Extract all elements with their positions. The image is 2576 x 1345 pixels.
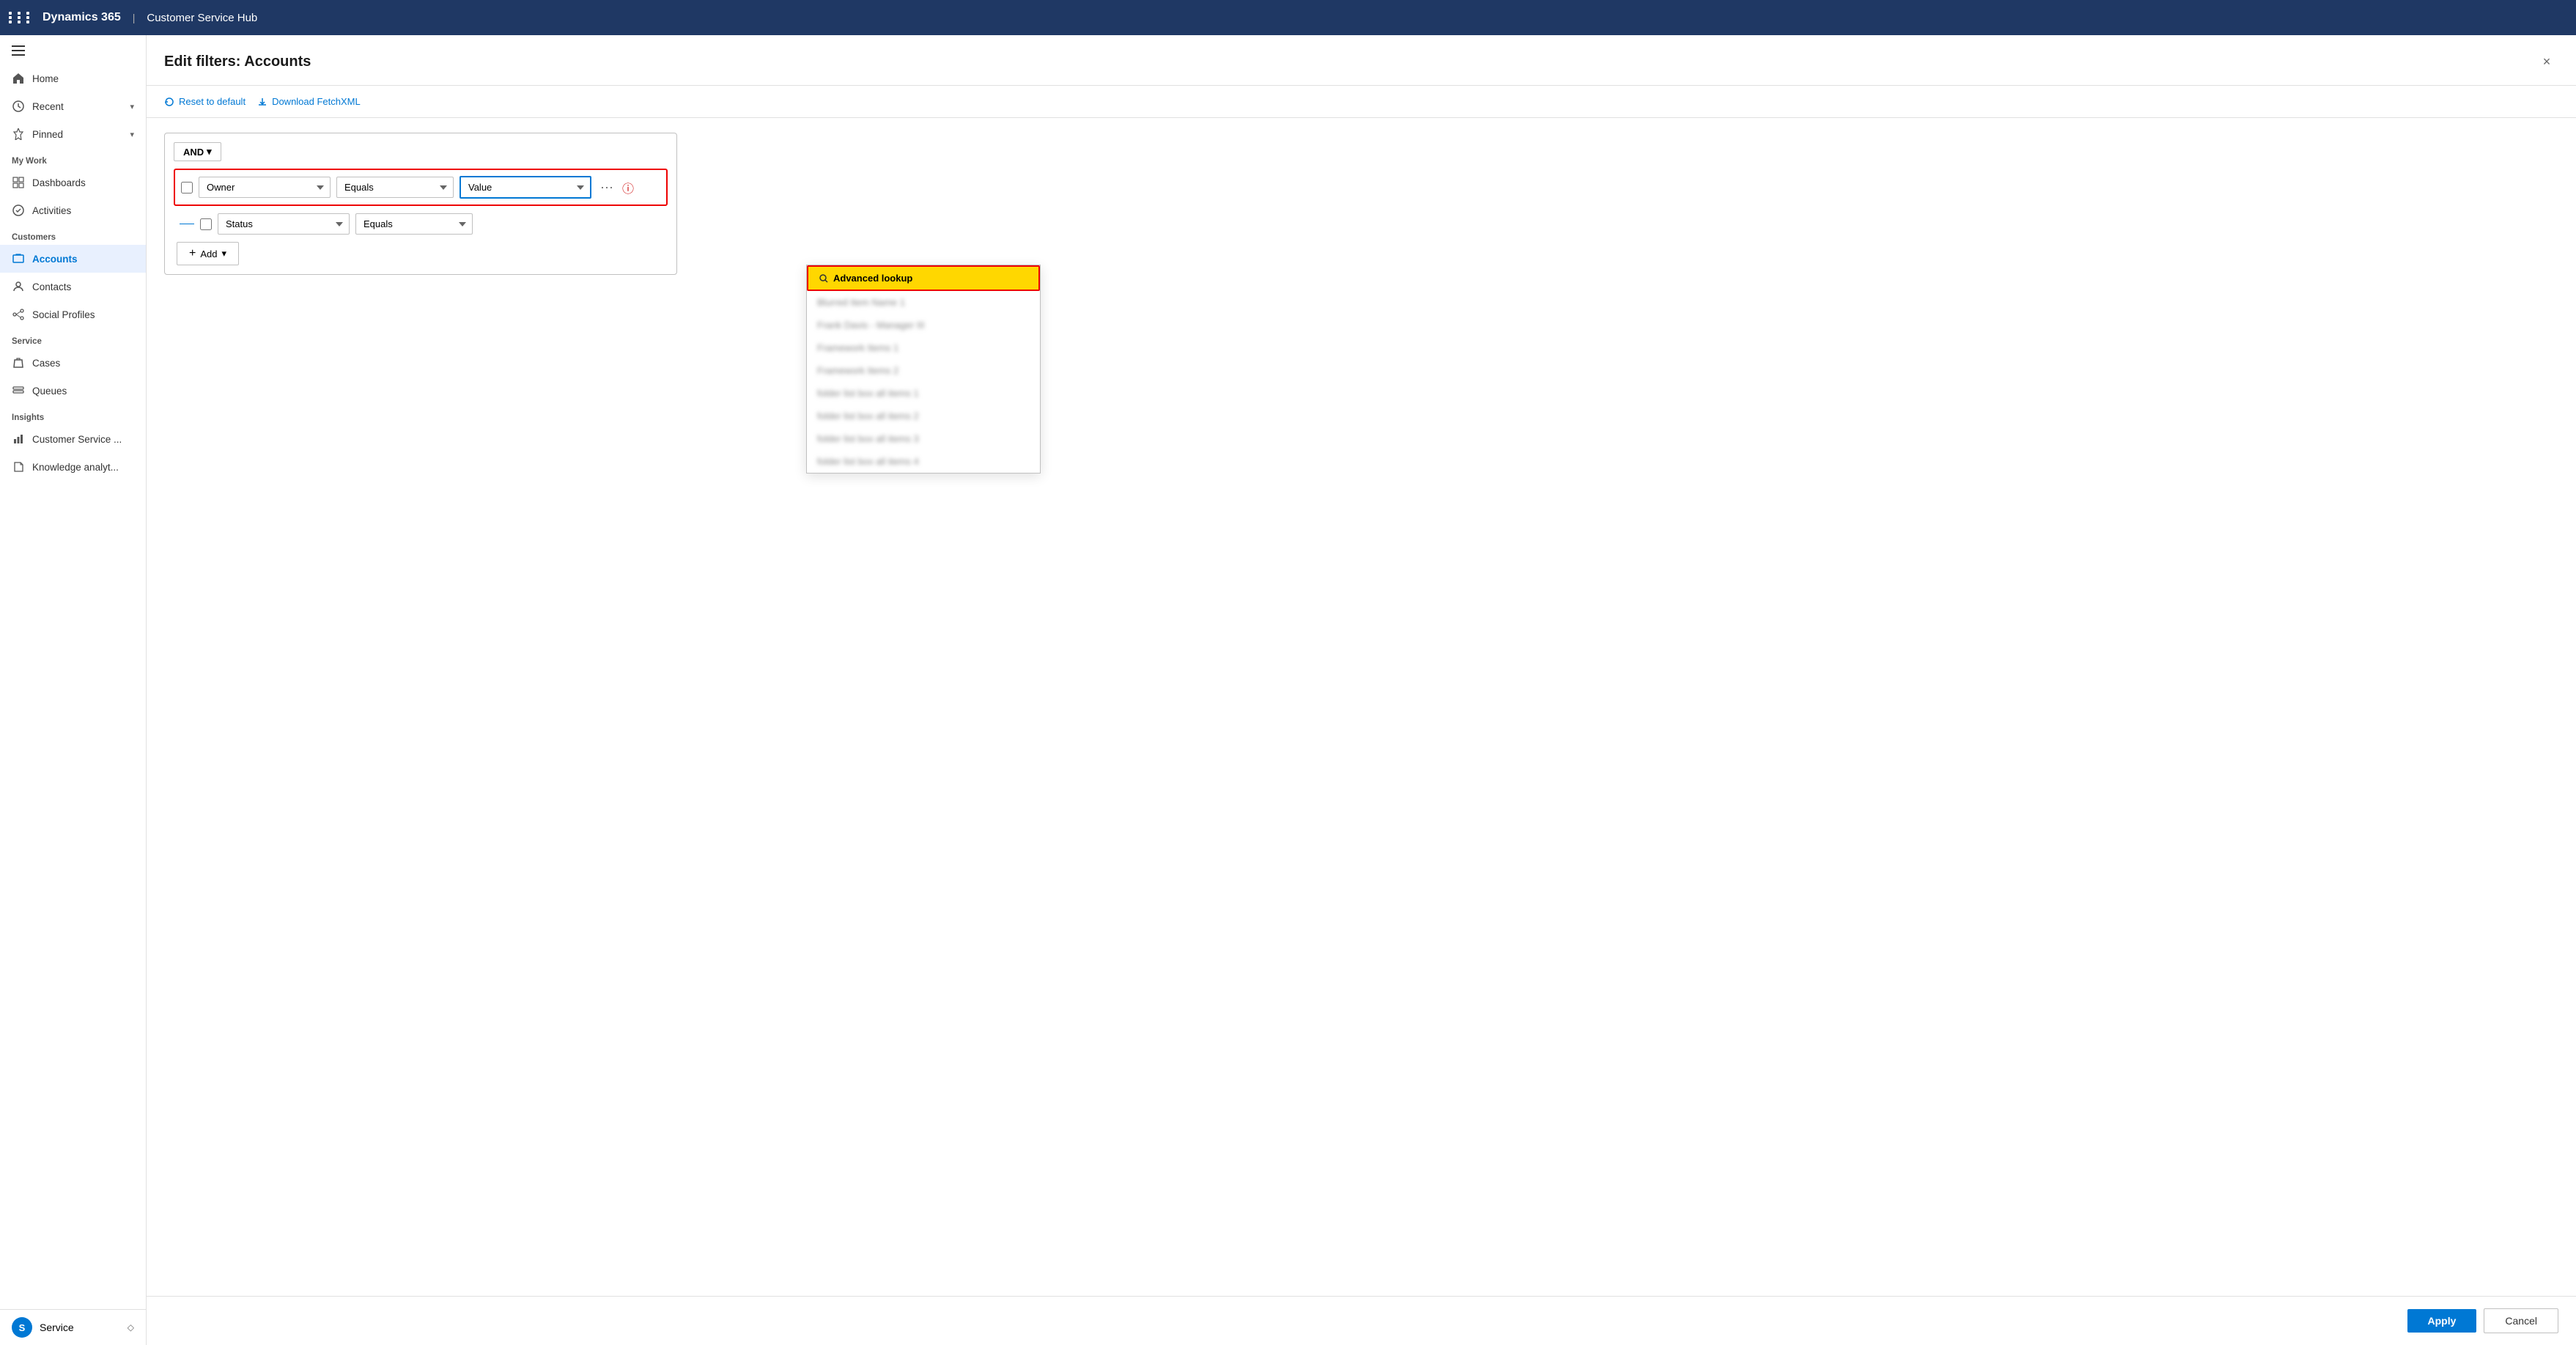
sidebar-item-home[interactable]: Home bbox=[0, 65, 146, 92]
sidebar-item-knowledge[interactable]: Knowledge analyt... bbox=[0, 453, 146, 481]
sidebar-item-contacts-label: Contacts bbox=[32, 281, 71, 292]
download-fetchxml-button[interactable]: Download FetchXML bbox=[257, 93, 361, 110]
add-label: Add bbox=[200, 248, 217, 259]
sidebar-item-home-label: Home bbox=[32, 73, 59, 84]
filter-row-2-checkbox[interactable] bbox=[200, 218, 212, 230]
filter-value-1-select[interactable]: Value bbox=[460, 176, 591, 199]
sidebar-item-knowledge-label: Knowledge analyt... bbox=[32, 462, 119, 473]
sidebar-item-contacts[interactable]: Contacts bbox=[0, 273, 146, 301]
value-dropdown: Advanced lookup Blurred Item Name 1 Fran… bbox=[806, 265, 1041, 473]
filter-row-2-container: Status Equals bbox=[174, 213, 668, 235]
activity-icon bbox=[12, 204, 25, 217]
knowledge-icon bbox=[12, 460, 25, 473]
filter-row-1-error-icon: ⓘ bbox=[622, 179, 634, 196]
sidebar-footer-label: Service bbox=[40, 1322, 74, 1333]
reset-label: Reset to default bbox=[179, 96, 246, 107]
chevron-down-icon: ▾ bbox=[130, 102, 134, 111]
sidebar-section-customers: Customers bbox=[0, 224, 146, 245]
sidebar-item-activities[interactable]: Activities bbox=[0, 196, 146, 224]
sidebar-item-social-profiles[interactable]: Social Profiles bbox=[0, 301, 146, 328]
modal-footer: Apply Cancel bbox=[147, 1296, 2576, 1345]
filter-row-2: Status Equals bbox=[200, 213, 473, 235]
and-label: AND bbox=[183, 147, 204, 158]
case-icon bbox=[12, 356, 25, 369]
sidebar: Home Recent ▾ Pinned ▾ My Work Dashboard… bbox=[0, 35, 147, 1345]
queue-icon bbox=[12, 384, 25, 397]
sidebar-item-queues-label: Queues bbox=[32, 386, 67, 397]
sidebar-item-accounts-label: Accounts bbox=[32, 254, 78, 265]
modal-close-button[interactable]: × bbox=[2535, 50, 2558, 73]
sidebar-item-customer-service-label: Customer Service ... bbox=[32, 434, 122, 445]
reset-to-default-button[interactable]: Reset to default bbox=[164, 93, 246, 110]
edit-filters-modal: Edit filters: Accounts × Reset to defaul… bbox=[147, 35, 2576, 1345]
clock-icon bbox=[12, 100, 25, 113]
top-bar-title: Dynamics 365 bbox=[43, 11, 121, 24]
filter-group: AND ▾ Owner Equals Value ·· bbox=[164, 133, 677, 275]
dropdown-item-6[interactable]: folder list box all items 3 bbox=[807, 427, 1040, 450]
modal-body: AND ▾ Owner Equals Value ·· bbox=[147, 118, 2576, 1296]
hamburger-icon[interactable] bbox=[0, 35, 146, 65]
filter-row-1-more-button[interactable]: ··· bbox=[597, 177, 616, 198]
modal-title: Edit filters: Accounts bbox=[164, 54, 311, 70]
home-icon bbox=[12, 72, 25, 85]
dropdown-item-4[interactable]: folder list box all items 1 bbox=[807, 382, 1040, 405]
sidebar-item-social-profiles-label: Social Profiles bbox=[32, 309, 95, 320]
and-chevron-icon: ▾ bbox=[207, 146, 212, 158]
modal-header: Edit filters: Accounts × bbox=[147, 35, 2576, 86]
sidebar-item-dashboards[interactable]: Dashboards bbox=[0, 169, 146, 196]
top-bar-app-name: Customer Service Hub bbox=[147, 12, 257, 24]
sidebar-section-service: Service bbox=[0, 328, 146, 349]
dropdown-item-0[interactable]: Blurred Item Name 1 bbox=[807, 291, 1040, 314]
dropdown-item-1[interactable]: Frank Davis - Manager III bbox=[807, 314, 1040, 336]
sidebar-footer: S Service ◇ bbox=[0, 1309, 146, 1345]
modal-toolbar: Reset to default Download FetchXML bbox=[147, 86, 2576, 118]
dashboard-icon bbox=[12, 176, 25, 189]
sidebar-item-recent-label: Recent bbox=[32, 101, 64, 112]
filter-condition-1-select[interactable]: Equals bbox=[336, 177, 454, 198]
accounts-icon bbox=[12, 252, 25, 265]
filter-row-1: Owner Equals Value ··· ⓘ bbox=[181, 176, 634, 199]
and-operator-button[interactable]: AND ▾ bbox=[174, 142, 221, 161]
advanced-lookup-button[interactable]: Advanced lookup bbox=[807, 265, 1040, 291]
social-icon bbox=[12, 308, 25, 321]
sidebar-section-my-work: My Work bbox=[0, 148, 146, 169]
filter-condition-2-select[interactable]: Equals bbox=[355, 213, 473, 235]
download-label: Download FetchXML bbox=[272, 96, 361, 107]
dropdown-item-2[interactable]: Framework Items 1 bbox=[807, 336, 1040, 359]
sidebar-item-activities-label: Activities bbox=[32, 205, 71, 216]
dropdown-item-3[interactable]: Framework Items 2 bbox=[807, 359, 1040, 382]
sidebar-item-pinned-label: Pinned bbox=[32, 129, 63, 140]
dropdown-item-5[interactable]: folder list box all items 2 bbox=[807, 405, 1040, 427]
advanced-lookup-label: Advanced lookup bbox=[833, 273, 912, 284]
sidebar-item-accounts[interactable]: Accounts bbox=[0, 245, 146, 273]
add-chevron-icon: ▾ bbox=[221, 248, 226, 259]
sidebar-item-queues[interactable]: Queues bbox=[0, 377, 146, 405]
avatar: S bbox=[12, 1317, 32, 1338]
sidebar-item-recent[interactable]: Recent ▾ bbox=[0, 92, 146, 120]
contact-icon bbox=[12, 280, 25, 293]
chevron-down-icon-2: ▾ bbox=[130, 130, 134, 139]
cancel-button[interactable]: Cancel bbox=[2484, 1308, 2558, 1333]
sidebar-section-insights: Insights bbox=[0, 405, 146, 425]
filter-field-1-select[interactable]: Owner bbox=[199, 177, 331, 198]
sidebar-item-dashboards-label: Dashboards bbox=[32, 177, 86, 188]
add-filter-button[interactable]: + Add ▾ bbox=[177, 242, 239, 265]
filter-row-1-container: Owner Equals Value ··· ⓘ bbox=[174, 169, 668, 206]
sidebar-item-customer-service[interactable]: Customer Service ... bbox=[0, 425, 146, 453]
apply-button[interactable]: Apply bbox=[2407, 1309, 2477, 1333]
sidebar-footer-chevron: ◇ bbox=[128, 1322, 134, 1333]
sidebar-item-cases[interactable]: Cases bbox=[0, 349, 146, 377]
filter-row-1-checkbox[interactable] bbox=[181, 182, 193, 194]
sidebar-item-cases-label: Cases bbox=[32, 358, 60, 369]
chart-icon bbox=[12, 432, 25, 446]
top-bar-separator: | bbox=[133, 12, 136, 23]
filter-field-2-select[interactable]: Status bbox=[218, 213, 350, 235]
add-icon: + bbox=[189, 247, 196, 260]
pin-icon bbox=[12, 128, 25, 141]
app-grid-icon[interactable] bbox=[9, 12, 34, 23]
sidebar-item-pinned[interactable]: Pinned ▾ bbox=[0, 120, 146, 148]
dropdown-item-7[interactable]: folder list box all items 4 bbox=[807, 450, 1040, 473]
top-bar: Dynamics 365 | Customer Service Hub bbox=[0, 0, 2576, 35]
